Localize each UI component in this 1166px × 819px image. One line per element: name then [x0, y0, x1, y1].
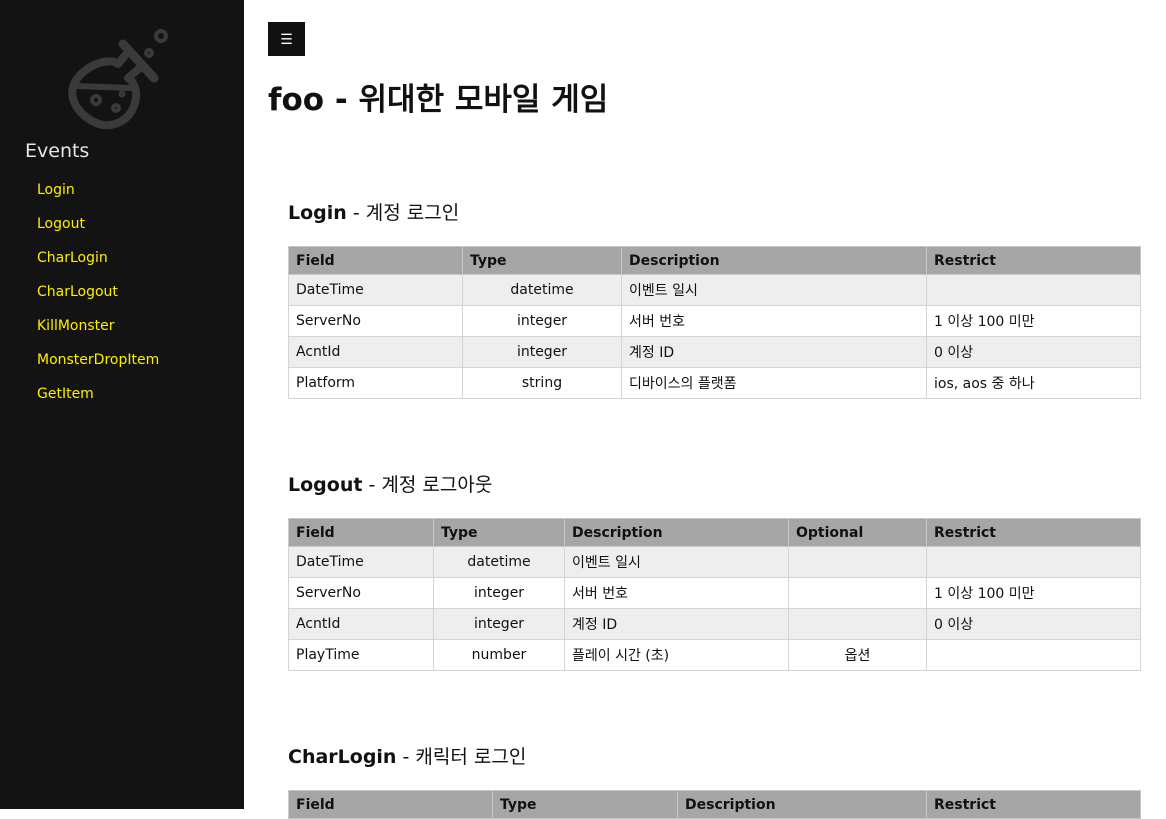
type-cell: integer	[462, 305, 622, 337]
event-fields-table: Field Type Description Restrict DateTime…	[288, 246, 1141, 399]
event-heading: Login - 계정 로그인	[288, 202, 460, 224]
sidebar-item-killmonster: KillMonster	[37, 314, 159, 348]
table-header-row: Field Type Description Restrict	[288, 246, 1141, 275]
event-section-login: Login - 계정 로그인 Field Type Description Re…	[288, 196, 1141, 399]
column-header: Field	[288, 790, 493, 819]
column-header: Type	[433, 518, 565, 547]
type-cell: number	[433, 639, 565, 671]
sidebar-item-monsterdropitem: MonsterDropItem	[37, 348, 159, 382]
sidebar-item-login: Login	[37, 178, 159, 212]
hamburger-icon: ☰	[280, 30, 293, 47]
restrict-cell: 0 이상	[926, 336, 1141, 368]
event-fields-table: Field Type Description Optional Restrict…	[288, 518, 1141, 671]
column-header: Type	[462, 246, 622, 275]
field-cell: AcntId	[288, 336, 463, 368]
field-cell: DateTime	[288, 274, 463, 306]
event-fields-table: Field Type Description Restrict	[288, 790, 1141, 819]
event-description: 계정 로그인	[365, 202, 460, 224]
type-cell: datetime	[433, 546, 565, 578]
optional-cell	[788, 577, 927, 609]
table-row: AcntId integer 계정 ID 0 이상	[288, 608, 1141, 640]
field-cell: AcntId	[288, 608, 434, 640]
sidebar-link-monsterdropitem[interactable]: MonsterDropItem	[37, 352, 159, 368]
event-description: 계정 로그아웃	[381, 474, 493, 496]
table-row: Platform string 디바이스의 플랫폼 ios, aos 중 하나	[288, 367, 1141, 399]
type-cell: datetime	[462, 274, 622, 306]
table-row: ServerNo integer 서버 번호 1 이상 100 미만	[288, 577, 1141, 609]
column-header: Field	[288, 246, 463, 275]
description-cell: 서버 번호	[564, 577, 789, 609]
table-header-row: Field Type Description Restrict	[288, 790, 1141, 819]
sidebar-item-charlogout: CharLogout	[37, 280, 159, 314]
table-row: AcntId integer 계정 ID 0 이상	[288, 336, 1141, 368]
description-cell: 서버 번호	[621, 305, 927, 337]
event-name: Logout	[288, 474, 363, 496]
event-name: Login	[288, 202, 347, 224]
column-header: Description	[677, 790, 927, 819]
table-row: PlayTime number 플레이 시간 (초) 옵션	[288, 639, 1141, 671]
field-cell: DateTime	[288, 546, 434, 578]
description-cell: 이벤트 일시	[621, 274, 927, 306]
sidebar-link-login[interactable]: Login	[37, 182, 75, 198]
sidebar-link-charlogout[interactable]: CharLogout	[37, 284, 118, 300]
sidebar: Events Login Logout CharLogin CharLogout…	[0, 0, 244, 809]
table-row: DateTime datetime 이벤트 일시	[288, 274, 1141, 306]
column-header: Type	[492, 790, 678, 819]
event-section-charlogin: CharLogin - 캐릭터 로그인 Field Type Descripti…	[288, 740, 1141, 819]
event-heading: Logout - 계정 로그아웃	[288, 474, 493, 496]
type-cell: string	[462, 367, 622, 399]
description-cell: 플레이 시간 (초)	[564, 639, 789, 671]
sidebar-item-charlogin: CharLogin	[37, 246, 159, 280]
field-cell: Platform	[288, 367, 463, 399]
optional-cell: 옵션	[788, 639, 927, 671]
column-header: Description	[564, 518, 789, 547]
field-cell: ServerNo	[288, 577, 434, 609]
description-cell: 계정 ID	[621, 336, 927, 368]
event-name: CharLogin	[288, 746, 397, 768]
sidebar-link-getitem[interactable]: GetItem	[37, 386, 94, 402]
description-cell: 이벤트 일시	[564, 546, 789, 578]
menu-toggle-button[interactable]: ☰	[268, 22, 305, 56]
field-cell: PlayTime	[288, 639, 434, 671]
column-header: Optional	[788, 518, 927, 547]
column-header: Restrict	[926, 790, 1141, 819]
sidebar-link-logout[interactable]: Logout	[37, 216, 85, 232]
table-row: DateTime datetime 이벤트 일시	[288, 546, 1141, 578]
column-header: Description	[621, 246, 927, 275]
restrict-cell	[926, 546, 1141, 578]
event-description: 캐릭터 로그인	[415, 746, 527, 768]
table-row: ServerNo integer 서버 번호 1 이상 100 미만	[288, 305, 1141, 337]
sidebar-link-killmonster[interactable]: KillMonster	[37, 318, 115, 334]
type-cell: integer	[433, 577, 565, 609]
page-title: foo - 위대한 모바일 게임	[268, 82, 609, 118]
optional-cell	[788, 546, 927, 578]
description-cell: 디바이스의 플랫폼	[621, 367, 927, 399]
restrict-cell: ios, aos 중 하나	[926, 367, 1141, 399]
restrict-cell	[926, 274, 1141, 306]
restrict-cell	[926, 639, 1141, 671]
sidebar-item-getitem: GetItem	[37, 382, 159, 416]
sidebar-nav: Login Logout CharLogin CharLogout KillMo…	[37, 178, 159, 416]
event-section-logout: Logout - 계정 로그아웃 Field Type Description …	[288, 468, 1141, 671]
main-content: ☰ foo - 위대한 모바일 게임 Login - 계정 로그인 Field …	[244, 0, 1166, 819]
column-header: Field	[288, 518, 434, 547]
restrict-cell: 1 이상 100 미만	[926, 577, 1141, 609]
sidebar-link-charlogin[interactable]: CharLogin	[37, 250, 108, 266]
sidebar-item-logout: Logout	[37, 212, 159, 246]
restrict-cell: 1 이상 100 미만	[926, 305, 1141, 337]
column-header: Restrict	[926, 246, 1141, 275]
type-cell: integer	[433, 608, 565, 640]
optional-cell	[788, 608, 927, 640]
column-header: Restrict	[926, 518, 1141, 547]
event-heading: CharLogin - 캐릭터 로그인	[288, 746, 527, 768]
field-cell: ServerNo	[288, 305, 463, 337]
sidebar-heading: Events	[25, 140, 90, 162]
restrict-cell: 0 이상	[926, 608, 1141, 640]
type-cell: integer	[462, 336, 622, 368]
description-cell: 계정 ID	[564, 608, 789, 640]
flask-logo-icon	[68, 29, 168, 130]
table-header-row: Field Type Description Optional Restrict	[288, 518, 1141, 547]
